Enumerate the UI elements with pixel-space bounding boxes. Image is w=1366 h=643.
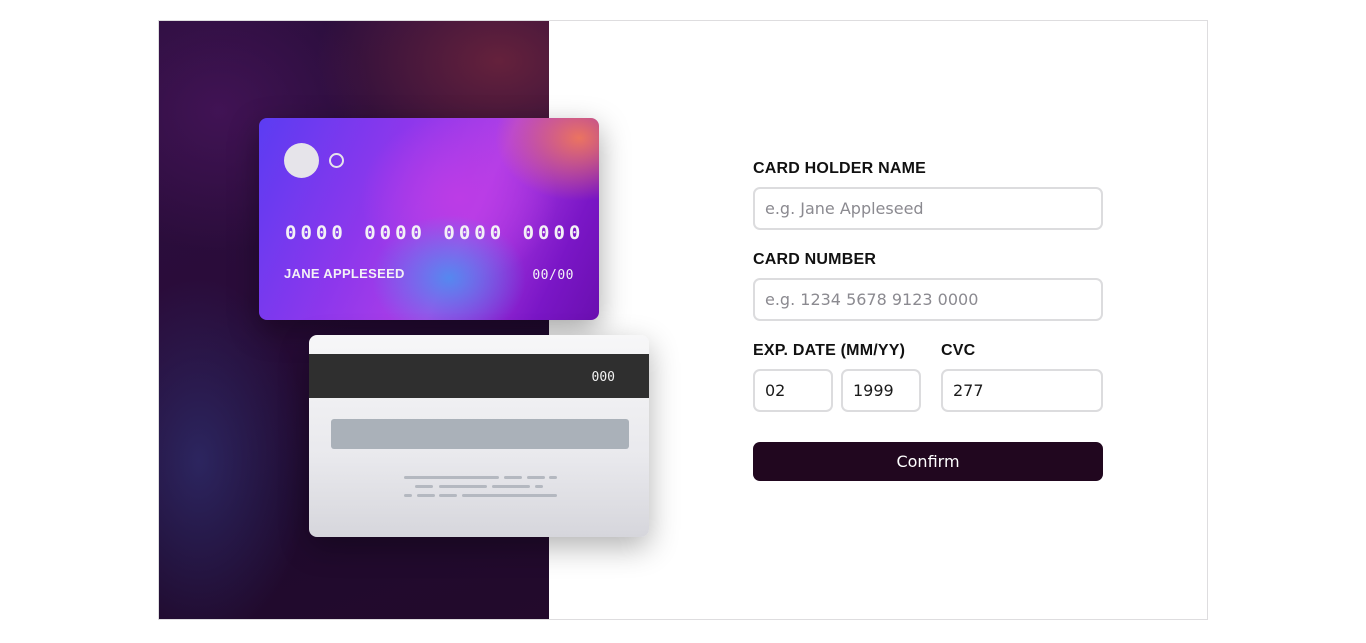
card-back-text-line bbox=[415, 485, 433, 488]
card-back-text-line bbox=[504, 476, 522, 479]
card-front: 0000 0000 0000 0000 JANE APPLESEED 00/00 bbox=[259, 118, 599, 320]
card-number-input[interactable] bbox=[753, 278, 1103, 321]
exp-date-label: EXP. DATE (MM/YY) bbox=[753, 342, 906, 359]
card-back-text-line bbox=[535, 485, 543, 488]
card-back-text-line bbox=[439, 494, 457, 497]
cvc-input[interactable] bbox=[941, 369, 1103, 412]
card-back: 000 bbox=[309, 335, 649, 537]
signature-strip bbox=[331, 419, 629, 449]
cvc-label: CVC bbox=[941, 342, 976, 359]
card-back-text-line bbox=[404, 476, 499, 479]
card-back-text-line bbox=[549, 476, 557, 479]
card-holder-input[interactable] bbox=[753, 187, 1103, 230]
exp-month-input[interactable] bbox=[753, 369, 833, 412]
card-back-text-line bbox=[492, 485, 530, 488]
card-holder-label: CARD HOLDER NAME bbox=[753, 160, 926, 177]
card-back-text-line bbox=[439, 485, 487, 488]
card-number-label: CARD NUMBER bbox=[753, 251, 877, 268]
card-expiry-display: 00/00 bbox=[532, 268, 574, 283]
card-back-text-line bbox=[417, 494, 435, 497]
card-cvc-display: 000 bbox=[591, 370, 615, 385]
card-logo-filled-circle-icon bbox=[284, 143, 319, 178]
card-logo-ring-icon bbox=[329, 153, 344, 168]
confirm-button[interactable]: Confirm bbox=[753, 442, 1103, 481]
exp-year-input[interactable] bbox=[841, 369, 921, 412]
card-number-display: 0000 0000 0000 0000 bbox=[285, 222, 585, 244]
card-back-text-line bbox=[462, 494, 557, 497]
card-back-text-line bbox=[527, 476, 545, 479]
card-holder-display: JANE APPLESEED bbox=[284, 266, 405, 281]
card-back-text-line bbox=[404, 494, 412, 497]
